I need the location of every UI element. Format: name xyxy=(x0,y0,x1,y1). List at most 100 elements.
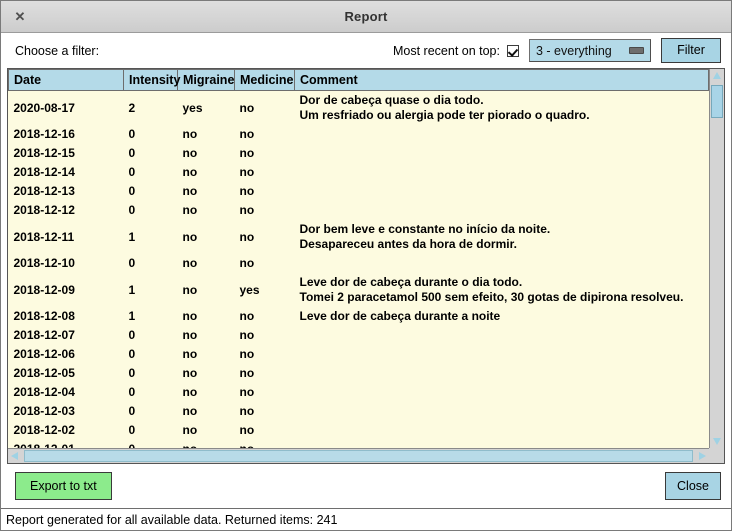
cell-date: 2018-12-09 xyxy=(8,273,124,307)
cell-migraine: no xyxy=(177,273,235,307)
most-recent-on-top-label: Most recent on top: xyxy=(392,43,500,58)
cell-intensity: 0 xyxy=(123,201,178,220)
cell-date: 2018-12-02 xyxy=(8,421,124,440)
table-row[interactable]: 2018-12-13 0 no no xyxy=(8,182,709,201)
table-header: Date Intensity Migraine Medicine Comment xyxy=(8,69,709,91)
cell-migraine: no xyxy=(177,125,235,144)
cell-migraine: no xyxy=(177,345,235,364)
cell-intensity: 0 xyxy=(123,144,178,163)
filter-button[interactable]: Filter xyxy=(661,38,721,63)
status-text: Report generated for all available data.… xyxy=(6,512,338,527)
cell-intensity: 0 xyxy=(123,182,178,201)
table-row[interactable]: 2018-12-12 0 no no xyxy=(8,201,709,220)
cell-comment: Dor de cabeça quase o dia todo. Um resfr… xyxy=(294,90,709,125)
scroll-left-icon[interactable] xyxy=(11,452,18,460)
cell-comment xyxy=(294,421,709,440)
cell-migraine: no xyxy=(177,307,235,326)
table-row[interactable]: 2018-12-09 1 no yes Leve dor de cabeça duran… xyxy=(8,273,709,307)
scroll-right-icon[interactable] xyxy=(699,452,706,460)
cell-date: 2020-08-17 xyxy=(8,90,124,125)
cell-migraine: no xyxy=(177,201,235,220)
cell-date: 2018-12-16 xyxy=(8,125,124,144)
table-row[interactable]: 2018-12-10 0 no no xyxy=(8,254,709,273)
cell-medicine: yes xyxy=(234,273,295,307)
cell-migraine: no xyxy=(177,402,235,421)
cell-medicine: no xyxy=(234,421,295,440)
cell-medicine: no xyxy=(234,144,295,163)
scroll-up-icon[interactable] xyxy=(713,72,721,79)
cell-intensity: 0 xyxy=(123,326,178,345)
column-header-intensity[interactable]: Intensity xyxy=(123,69,180,91)
cell-comment xyxy=(294,125,709,144)
column-header-comment[interactable]: Comment xyxy=(294,69,709,91)
table-row[interactable]: 2018-12-08 1 no no Leve dor de cabeça durant… xyxy=(8,307,709,326)
cell-comment xyxy=(294,144,709,163)
cell-intensity: 0 xyxy=(123,402,178,421)
cell-date: 2018-12-03 xyxy=(8,402,124,421)
table-row[interactable]: 2018-12-14 0 no no xyxy=(8,163,709,182)
title-bar: ✕ Report xyxy=(1,1,731,33)
table-row[interactable]: 2018-12-16 0 no no xyxy=(8,125,709,144)
table-row[interactable]: 2020-08-17 2 yes no Dor de cabeça quase o di… xyxy=(8,90,709,125)
cell-migraine: no xyxy=(177,220,235,254)
cell-medicine: no xyxy=(234,163,295,182)
filter-select[interactable]: 3 - everything xyxy=(529,39,651,62)
table-row[interactable]: 2018-12-05 0 no no xyxy=(8,364,709,383)
cell-comment xyxy=(294,345,709,364)
cell-medicine: no xyxy=(234,345,295,364)
export-to-txt-button[interactable]: Export to txt xyxy=(15,472,112,500)
report-window: ✕ Report Choose a filter: Most recent on… xyxy=(0,0,732,531)
cell-date: 2018-12-05 xyxy=(8,364,124,383)
table-row[interactable]: 2018-12-03 0 no no xyxy=(8,402,709,421)
cell-intensity: 1 xyxy=(123,307,178,326)
vertical-scrollbar-thumb[interactable] xyxy=(711,85,723,118)
cell-date: 2018-12-08 xyxy=(8,307,124,326)
table-row[interactable]: 2018-12-02 0 no no xyxy=(8,421,709,440)
cell-date: 2018-12-14 xyxy=(8,163,124,182)
cell-comment xyxy=(294,326,709,345)
cell-comment xyxy=(294,163,709,182)
column-header-medicine[interactable]: Medicine xyxy=(234,69,295,91)
cell-intensity: 0 xyxy=(123,383,178,402)
horizontal-scrollbar-thumb[interactable] xyxy=(24,450,693,462)
cell-comment xyxy=(294,440,709,448)
cell-date: 2018-12-07 xyxy=(8,326,124,345)
cell-medicine: no xyxy=(234,326,295,345)
table-row[interactable]: 2018-12-07 0 no no xyxy=(8,326,709,345)
cell-intensity: 0 xyxy=(123,254,178,273)
cell-migraine: yes xyxy=(177,90,235,125)
cell-migraine: no xyxy=(177,440,235,448)
close-icon[interactable]: ✕ xyxy=(11,8,29,26)
table-row[interactable]: 2018-12-010nono xyxy=(8,440,709,448)
filter-toolbar: Choose a filter: Most recent on top: 3 -… xyxy=(1,33,731,68)
cell-migraine: no xyxy=(177,421,235,440)
table-row[interactable]: 2018-12-11 1 no no Dor bem leve e constante … xyxy=(8,220,709,254)
scrollbar-corner xyxy=(709,448,724,463)
table-row[interactable]: 2018-12-15 0 no no xyxy=(8,144,709,163)
cell-medicine: no xyxy=(234,364,295,383)
cell-medicine: no xyxy=(234,307,295,326)
column-header-migraine[interactable]: Migraine xyxy=(177,69,235,91)
cell-intensity: 0 xyxy=(123,364,178,383)
table-row[interactable]: 2018-12-06 0 no no xyxy=(8,345,709,364)
column-header-date[interactable]: Date xyxy=(8,69,124,91)
cell-migraine: no xyxy=(177,383,235,402)
cell-intensity: 1 xyxy=(123,273,178,307)
cell-date: 2018-12-12 xyxy=(8,201,124,220)
cell-intensity: 0 xyxy=(123,440,178,448)
vertical-scrollbar[interactable] xyxy=(709,69,724,448)
cell-comment xyxy=(294,182,709,201)
most-recent-on-top-checkbox[interactable] xyxy=(507,44,519,57)
table-row[interactable]: 2018-12-04 0 no no xyxy=(8,383,709,402)
cell-date: 2018-12-11 xyxy=(8,220,124,254)
cell-comment xyxy=(294,254,709,273)
cell-intensity: 1 xyxy=(123,220,178,254)
scroll-down-icon[interactable] xyxy=(713,438,721,445)
cell-comment: Leve dor de cabeça durante a noite xyxy=(294,307,709,326)
cell-medicine: no xyxy=(234,90,295,125)
close-button[interactable]: Close xyxy=(665,472,721,500)
window-title: Report xyxy=(344,9,388,24)
horizontal-scrollbar[interactable] xyxy=(8,448,709,463)
cell-medicine: no xyxy=(234,201,295,220)
cell-medicine: no xyxy=(234,182,295,201)
